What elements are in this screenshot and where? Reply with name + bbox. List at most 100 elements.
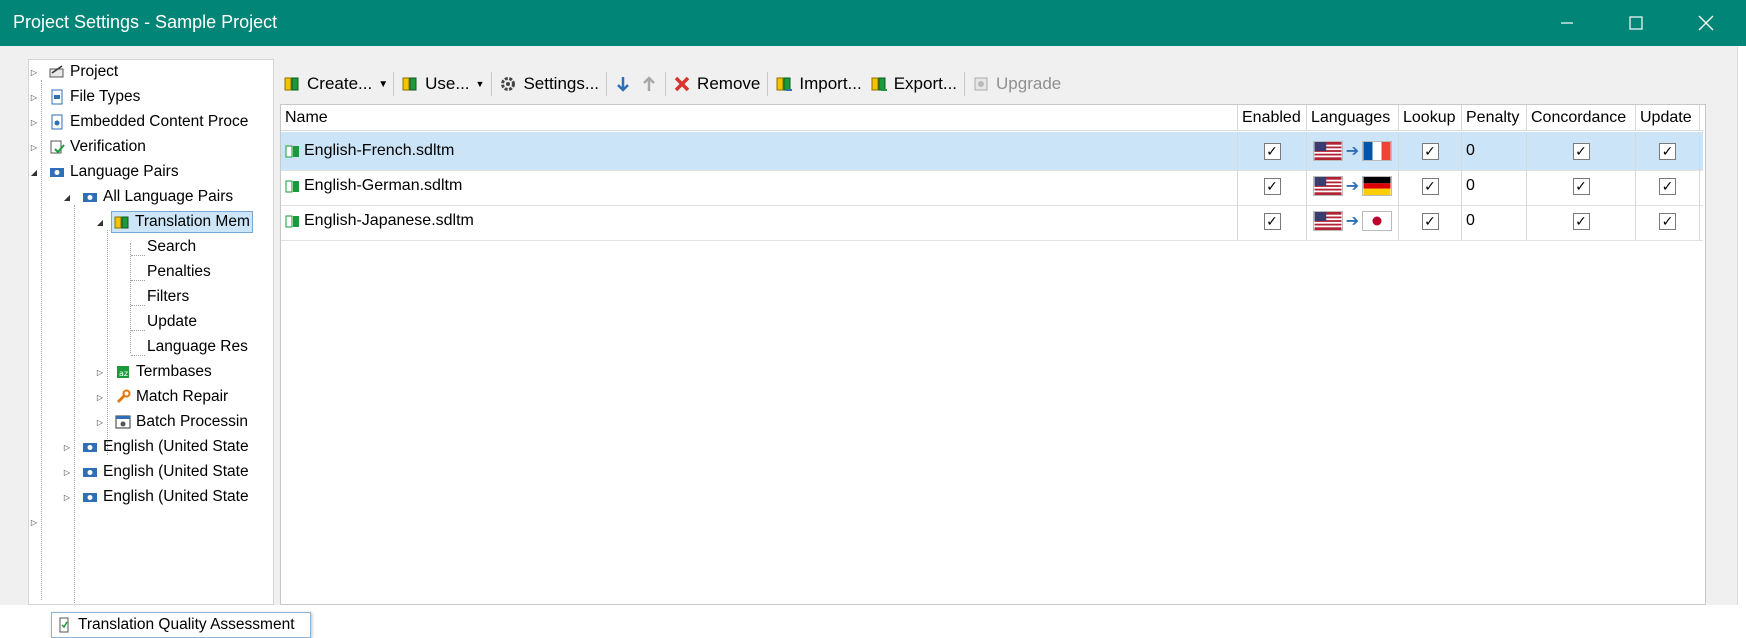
- table-row[interactable]: English-Japanese.sdltm ✓ ➔ ✓ 0 ✓ ✓: [281, 202, 1703, 241]
- tree-item-project[interactable]: ▷ Project: [31, 60, 118, 84]
- collapse-arrow-icon[interactable]: ◢: [29, 167, 39, 177]
- tree-item-filters[interactable]: Filters: [147, 285, 189, 309]
- column-header-lookup[interactable]: Lookup: [1399, 105, 1462, 130]
- toolbar-separator: [491, 72, 493, 96]
- tree-item-translation-quality-assessment[interactable]: Translation Quality Assessment: [51, 612, 311, 638]
- penalty-cell[interactable]: 0: [1462, 202, 1527, 240]
- expand-arrow-icon[interactable]: ▷: [95, 392, 105, 402]
- arrow-down-icon: [617, 77, 629, 92]
- tree-item-embedded-content[interactable]: ▷ Embedded Content Proce: [31, 110, 248, 134]
- tree-item-label: Verification: [70, 138, 146, 155]
- move-up-button[interactable]: [636, 69, 662, 99]
- settings-button[interactable]: Settings...: [495, 69, 603, 99]
- expand-arrow-icon[interactable]: ▷: [62, 492, 72, 502]
- create-label: Create...: [307, 74, 373, 93]
- expand-arrow-icon[interactable]: ▷: [95, 417, 105, 427]
- column-header-enabled[interactable]: Enabled: [1238, 105, 1307, 130]
- expand-arrow-icon[interactable]: ▷: [29, 67, 39, 77]
- verification-icon: [50, 140, 65, 154]
- tm-file-icon: [285, 215, 299, 228]
- concordance-checkbox[interactable]: ✓: [1572, 142, 1590, 160]
- tree-item-label: Search: [147, 238, 197, 255]
- tree-item-label: Translation Quality Assessment: [78, 616, 295, 633]
- quality-assessment-icon: [59, 617, 69, 633]
- use-button[interactable]: Use... ▼: [397, 69, 488, 99]
- tree-item-language-resources[interactable]: Language Res: [147, 335, 248, 359]
- update-checkbox[interactable]: ✓: [1659, 142, 1676, 160]
- expand-arrow-icon[interactable]: ▷: [62, 467, 72, 477]
- tree-item-translation-memory[interactable]: ◢ Translation Mem: [97, 210, 253, 234]
- tree-item-label: File Types: [70, 88, 141, 105]
- enabled-checkbox[interactable]: ✓: [1263, 142, 1281, 160]
- column-header-name[interactable]: Name: [281, 105, 1238, 130]
- tree-item-language-pairs[interactable]: ◢ Language Pairs: [31, 160, 179, 184]
- update-cell: ✓: [1636, 202, 1700, 240]
- update-checkbox[interactable]: ✓: [1659, 177, 1676, 195]
- column-header-update[interactable]: Update: [1636, 105, 1700, 130]
- tree-item-language-pair[interactable]: ▷ English (United State: [64, 485, 249, 509]
- tree-item-penalties[interactable]: Penalties: [147, 260, 211, 284]
- tree-item-file-types[interactable]: ▷ File Types: [31, 85, 140, 109]
- maximize-button[interactable]: [1601, 0, 1671, 46]
- tree-item-search[interactable]: Search: [147, 235, 196, 259]
- name-cell[interactable]: English-French.sdltm: [281, 132, 1238, 170]
- minimize-button[interactable]: [1532, 0, 1602, 46]
- penalty-cell[interactable]: 0: [1462, 132, 1527, 170]
- upgrade-icon: [974, 77, 988, 91]
- tree-item-verification[interactable]: ▷ Verification: [31, 135, 146, 159]
- collapse-arrow-icon[interactable]: ◢: [95, 217, 105, 227]
- tree-item-language-pair[interactable]: ▷ English (United State: [64, 435, 249, 459]
- settings-tree[interactable]: ▷ Project ▷ File Types ▷ Embedded Conten…: [28, 59, 274, 605]
- tree-item-language-pair[interactable]: ▷ English (United State: [64, 460, 249, 484]
- column-header-penalty[interactable]: Penalty: [1462, 105, 1527, 130]
- language-pair-icon: [83, 468, 97, 477]
- import-icon: [776, 77, 793, 91]
- update-checkbox[interactable]: ✓: [1659, 212, 1676, 230]
- tree-item-update[interactable]: Update: [147, 310, 197, 334]
- remove-button[interactable]: Remove: [669, 69, 764, 99]
- export-button[interactable]: Export...: [866, 69, 961, 99]
- tree-item-batch-processing[interactable]: ▷ Batch Processin: [97, 410, 248, 434]
- upgrade-button[interactable]: Upgrade: [968, 69, 1065, 99]
- collapse-arrow-icon[interactable]: ◢: [62, 192, 72, 202]
- create-button[interactable]: Create...: [279, 69, 376, 99]
- expand-arrow-icon[interactable]: ▷: [29, 142, 39, 152]
- penalty-cell[interactable]: 0: [1462, 167, 1527, 205]
- expand-arrow-icon[interactable]: ▷: [29, 517, 39, 527]
- tree-item-label: English (United State: [103, 488, 249, 505]
- import-button[interactable]: Import...: [771, 69, 865, 99]
- name-cell[interactable]: English-Japanese.sdltm: [281, 202, 1238, 240]
- column-header-concordance[interactable]: Concordance: [1527, 105, 1636, 130]
- tree-item-all-language-pairs[interactable]: ◢ All Language Pairs: [64, 185, 233, 209]
- tree-guide-line: [131, 280, 145, 281]
- expand-arrow-icon[interactable]: ▷: [29, 92, 39, 102]
- column-header-languages[interactable]: Languages: [1307, 105, 1399, 130]
- expand-arrow-icon[interactable]: ▷: [62, 442, 72, 452]
- move-down-button[interactable]: [610, 69, 636, 99]
- tree-item-match-repair[interactable]: ▷ Match Repair: [97, 385, 228, 409]
- window-title: Project Settings - Sample Project: [13, 12, 278, 32]
- concordance-checkbox[interactable]: ✓: [1572, 212, 1590, 230]
- expand-arrow-icon[interactable]: ▷: [95, 367, 105, 377]
- enabled-checkbox[interactable]: ✓: [1263, 212, 1281, 230]
- arrow-right-icon: ➔: [1345, 143, 1360, 160]
- gear-icon: [501, 77, 516, 91]
- germany-flag-icon: [1362, 176, 1393, 196]
- expand-arrow-icon[interactable]: ▷: [29, 117, 39, 127]
- tree-item-termbases[interactable]: ▷ az Termbases: [97, 360, 212, 384]
- tree-guide-line: [130, 243, 131, 353]
- tm-file-icon: [285, 145, 299, 158]
- concordance-checkbox[interactable]: ✓: [1572, 177, 1590, 195]
- lookup-checkbox[interactable]: ✓: [1421, 212, 1439, 230]
- dialog-client: ▷ Project ▷ File Types ▷ Embedded Conten…: [0, 46, 1746, 638]
- lookup-checkbox[interactable]: ✓: [1421, 142, 1439, 160]
- close-button[interactable]: [1671, 0, 1741, 46]
- enabled-checkbox[interactable]: ✓: [1263, 177, 1281, 195]
- translation-memory-grid[interactable]: Name Enabled Languages Lookup Penalty Co…: [280, 104, 1706, 605]
- create-dropdown-button[interactable]: ▼: [376, 69, 390, 99]
- table-row[interactable]: English-German.sdltm ✓ ➔ ✓ 0 ✓ ✓: [281, 167, 1703, 206]
- update-cell: ✓: [1636, 132, 1700, 170]
- lookup-checkbox[interactable]: ✓: [1421, 177, 1439, 195]
- name-cell[interactable]: English-German.sdltm: [281, 167, 1238, 205]
- table-row[interactable]: English-French.sdltm ✓ ➔ ✓ 0 ✓ ✓: [281, 132, 1703, 171]
